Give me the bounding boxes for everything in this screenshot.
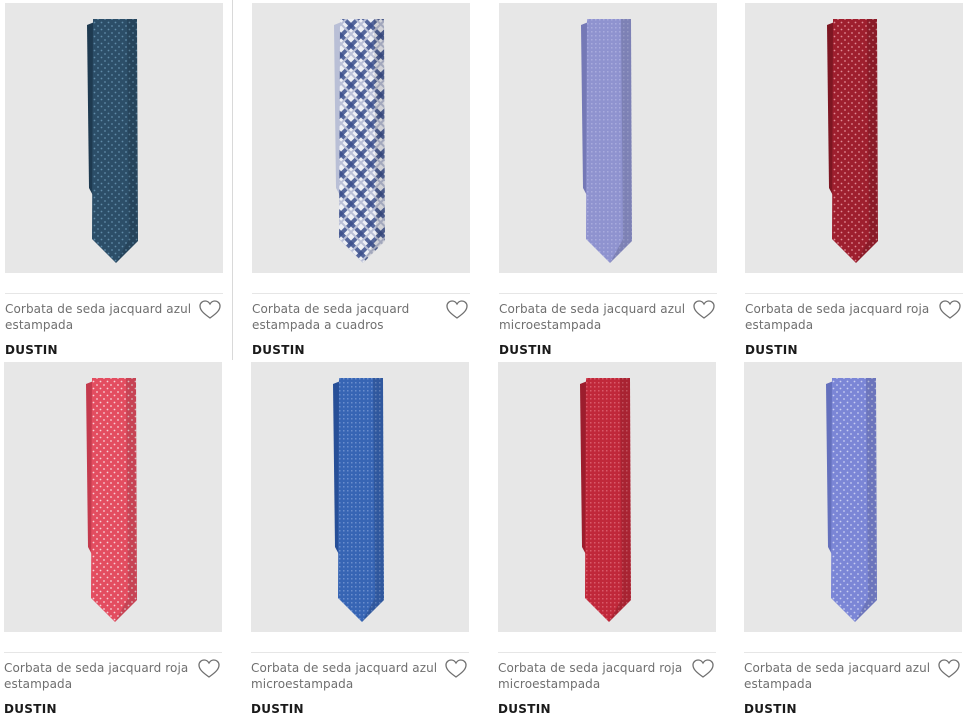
product-title[interactable]: Corbata de seda jacquard azul microestam… bbox=[251, 660, 441, 692]
product-card[interactable]: Corbata de seda jacquard azul microestam… bbox=[499, 3, 717, 358]
heart-outline-icon[interactable] bbox=[198, 659, 220, 679]
product-image[interactable] bbox=[251, 362, 469, 632]
heart-outline-icon[interactable] bbox=[445, 659, 467, 679]
product-brand: DUSTIN bbox=[744, 702, 797, 716]
heart-outline-icon[interactable] bbox=[446, 300, 468, 320]
heart-outline-icon[interactable] bbox=[693, 300, 715, 320]
product-card[interactable]: Corbata de seda jacquard azul estampada … bbox=[5, 3, 223, 358]
card-divider bbox=[252, 293, 470, 294]
product-title[interactable]: Corbata de seda jacquard estampada a cua… bbox=[252, 301, 442, 333]
column-divider bbox=[232, 0, 233, 360]
product-image[interactable] bbox=[498, 362, 716, 632]
product-card[interactable]: Corbata de seda jacquard roja estampada … bbox=[4, 362, 222, 717]
product-image[interactable] bbox=[499, 3, 717, 273]
product-title[interactable]: Corbata de seda jacquard azul microestam… bbox=[499, 301, 689, 333]
product-brand: DUSTIN bbox=[745, 343, 798, 357]
heart-outline-icon[interactable] bbox=[939, 300, 961, 320]
product-image[interactable] bbox=[744, 362, 962, 632]
product-brand: DUSTIN bbox=[252, 343, 305, 357]
product-card[interactable]: Corbata de seda jacquard estampada a cua… bbox=[252, 3, 470, 358]
card-divider bbox=[251, 652, 469, 653]
card-divider bbox=[499, 293, 717, 294]
product-grid: Corbata de seda jacquard azul estampada … bbox=[0, 0, 966, 727]
product-title[interactable]: Corbata de seda jacquard roja estampada bbox=[4, 660, 194, 692]
product-image[interactable] bbox=[5, 3, 223, 273]
card-divider bbox=[4, 652, 222, 653]
product-brand: DUSTIN bbox=[4, 702, 57, 716]
product-title[interactable]: Corbata de seda jacquard azul estampada bbox=[744, 660, 934, 692]
product-card[interactable]: Corbata de seda jacquard azul microestam… bbox=[251, 362, 469, 717]
card-divider bbox=[744, 652, 962, 653]
product-image[interactable] bbox=[745, 3, 963, 273]
heart-outline-icon[interactable] bbox=[199, 300, 221, 320]
card-divider bbox=[498, 652, 716, 653]
product-brand: DUSTIN bbox=[5, 343, 58, 357]
heart-outline-icon[interactable] bbox=[938, 659, 960, 679]
heart-outline-icon[interactable] bbox=[692, 659, 714, 679]
product-title[interactable]: Corbata de seda jacquard roja microestam… bbox=[498, 660, 688, 692]
card-divider bbox=[5, 293, 223, 294]
product-brand: DUSTIN bbox=[251, 702, 304, 716]
product-card[interactable]: Corbata de seda jacquard roja microestam… bbox=[498, 362, 716, 717]
product-title[interactable]: Corbata de seda jacquard azul estampada bbox=[5, 301, 195, 333]
product-image[interactable] bbox=[4, 362, 222, 632]
card-divider bbox=[745, 293, 963, 294]
product-brand: DUSTIN bbox=[498, 702, 551, 716]
product-title[interactable]: Corbata de seda jacquard roja estampada bbox=[745, 301, 935, 333]
product-image[interactable] bbox=[252, 3, 470, 273]
product-brand: DUSTIN bbox=[499, 343, 552, 357]
product-card[interactable]: Corbata de seda jacquard azul estampada … bbox=[744, 362, 962, 717]
product-card[interactable]: Corbata de seda jacquard roja estampada … bbox=[745, 3, 963, 358]
